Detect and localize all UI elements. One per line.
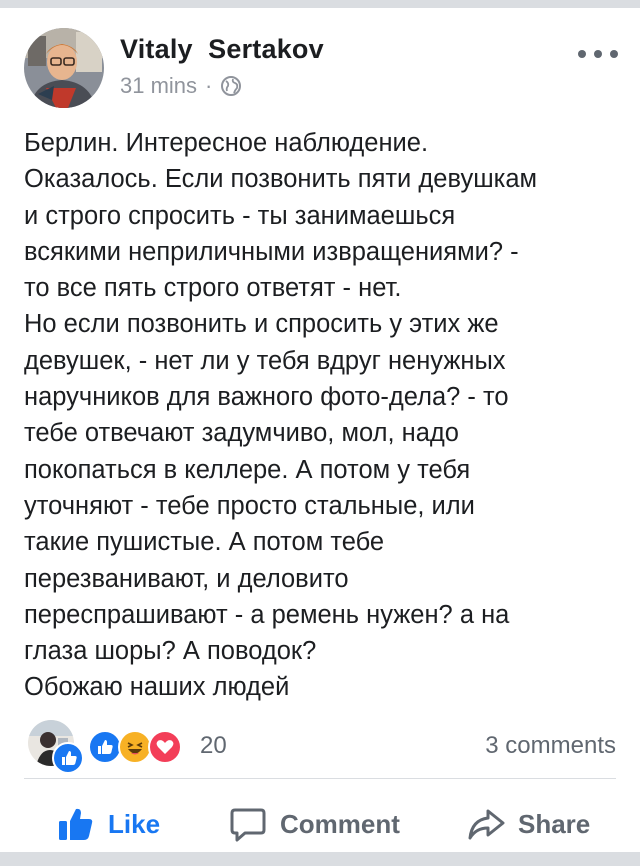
- post-card: Vitaly Sertakov 31 mins · Берлин. Интере…: [0, 8, 640, 852]
- post-text-line: покопаться в келлере. А потом у тебя: [24, 455, 471, 484]
- post-text-line: девушек, - нет ли у тебя вдруг ненужных: [24, 346, 506, 375]
- author-name[interactable]: Vitaly Sertakov: [120, 34, 324, 65]
- haha-reaction-icon: [118, 730, 152, 764]
- author-avatar[interactable]: [24, 28, 104, 108]
- reactions-summary[interactable]: 20 3 comments: [24, 720, 616, 774]
- thumbs-up-badge-icon: [52, 742, 84, 774]
- thumbs-up-icon: [56, 804, 96, 844]
- divider: [24, 778, 616, 779]
- more-horizontal-icon[interactable]: [578, 44, 618, 64]
- comments-count[interactable]: 3 comments: [485, 732, 616, 760]
- like-reaction-icon: [88, 730, 122, 764]
- like-button[interactable]: Like: [56, 798, 160, 850]
- post-meta: 31 mins ·: [120, 72, 242, 100]
- share-button[interactable]: Share: [466, 798, 590, 850]
- post-timestamp[interactable]: 31 mins: [120, 73, 197, 99]
- post-text-line: Оказалось. Если позвонить пяти девушкам: [24, 165, 538, 194]
- love-reaction-icon: [148, 730, 182, 764]
- share-label: Share: [518, 808, 591, 839]
- reaction-count[interactable]: 20: [200, 732, 227, 760]
- post-text-line: Берлин. Интересное наблюдение.: [24, 129, 429, 157]
- post-text-line: наручников для важного фото-дела? - то: [24, 383, 509, 412]
- post-text-line: глаза шоры? А поводок?: [24, 637, 317, 666]
- post-text-line: такие пушистые. А потом тебе: [24, 528, 385, 557]
- comment-label: Comment: [280, 808, 400, 839]
- comment-button[interactable]: Comment: [228, 798, 400, 850]
- comment-bubble-icon: [228, 804, 268, 844]
- feed-background-top: [0, 0, 640, 8]
- reaction-icons: [88, 730, 182, 764]
- post-text-line: тебе отвечают задумчиво, мол, надо: [24, 419, 459, 448]
- post-text-line: уточняют - тебе просто стальные, или: [24, 491, 475, 520]
- meta-separator: ·: [205, 73, 213, 98]
- like-label: Like: [108, 808, 161, 839]
- post-text-line: Обожаю наших людей: [24, 673, 290, 702]
- post-text-line: переспрашивают - а ремень нужен? а на: [24, 600, 510, 629]
- post-text-line: и строго спросить - ты занимаешься: [24, 201, 456, 230]
- post-text-line: перезванивают, и деловито: [24, 564, 349, 593]
- feed-background-bottom: [0, 852, 640, 866]
- post-text-line: Но если позвонить и спросить у этих же: [24, 310, 499, 339]
- post-text-line: то все пять строго ответят - нет.: [24, 274, 402, 303]
- post-text: Берлин. Интересное наблюдение. Оказалось…: [24, 125, 624, 706]
- globe-icon: [220, 75, 242, 97]
- post-text-line: всякими неприличными извращениями? -: [24, 237, 519, 266]
- share-arrow-icon: [466, 804, 506, 844]
